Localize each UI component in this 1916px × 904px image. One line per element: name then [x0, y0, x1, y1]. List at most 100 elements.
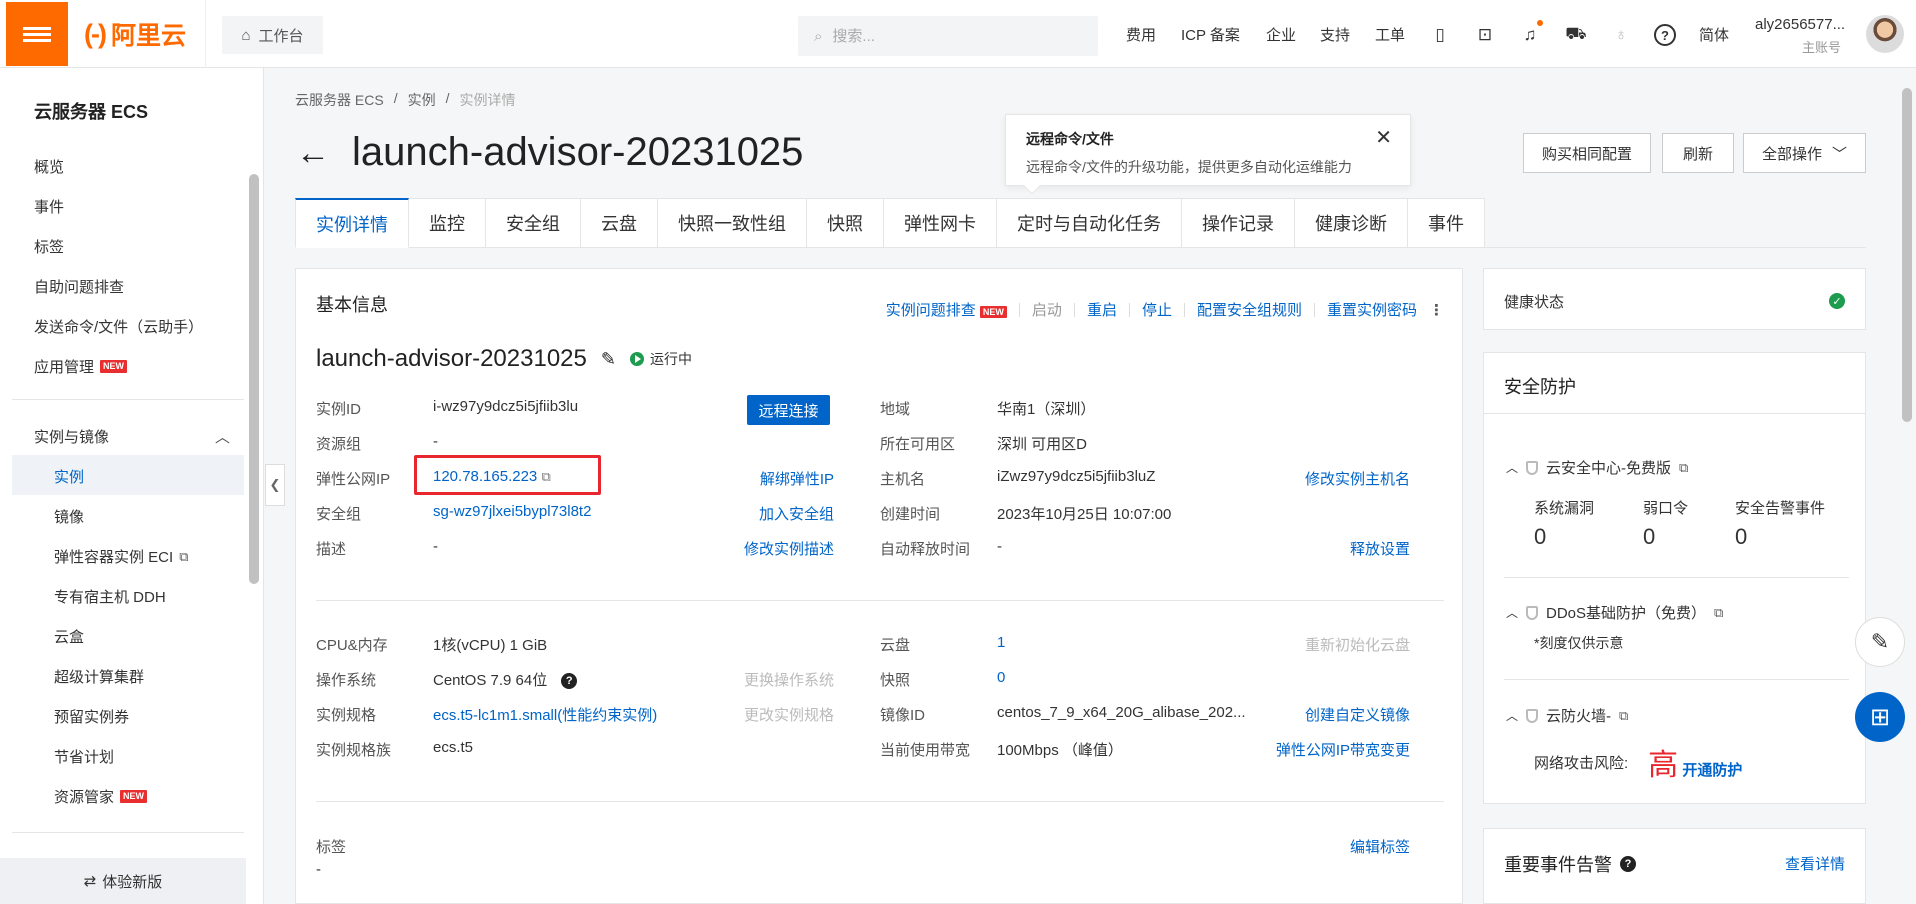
- tab-health-diagnosis[interactable]: 健康诊断: [1295, 198, 1408, 248]
- sidebar-item-supercomputing[interactable]: 超级计算集群: [54, 666, 144, 687]
- tab-operation-logs[interactable]: 操作记录: [1182, 198, 1295, 248]
- security-center-item[interactable]: ︿ 云安全中心-免费版 ⧉: [1506, 457, 1688, 478]
- help-icon[interactable]: ?: [1654, 24, 1676, 46]
- tab-instance-details[interactable]: 实例详情: [295, 198, 409, 248]
- back-arrow-icon[interactable]: ←: [296, 136, 330, 170]
- nav-billing[interactable]: 费用: [1126, 24, 1156, 45]
- user-role: 主账号: [1801, 40, 1841, 55]
- sidebar-scrollbar[interactable]: [249, 174, 259, 584]
- close-icon[interactable]: ✕: [1375, 125, 1392, 150]
- nav-support[interactable]: 支持: [1320, 24, 1350, 45]
- stop-link[interactable]: 停止: [1142, 299, 1172, 320]
- edit-tags-link[interactable]: 编辑标签: [1350, 836, 1410, 857]
- remote-connect-button[interactable]: 远程连接: [747, 395, 830, 425]
- tab-events[interactable]: 事件: [1408, 198, 1485, 248]
- nav-icp[interactable]: ICP 备案: [1181, 24, 1240, 45]
- sidebar-item-ddh[interactable]: 专有宿主机 DDH: [54, 586, 166, 607]
- lightbulb-icon[interactable]: ♁: [1610, 24, 1632, 46]
- buy-same-config-button[interactable]: 购买相同配置: [1523, 133, 1651, 173]
- security-group-link[interactable]: sg-wz97jlxei5bypl73l8t2: [433, 503, 591, 520]
- tab-snapshot-consistency[interactable]: 快照一致性组: [658, 198, 807, 248]
- breadcrumb-separator: /: [393, 90, 398, 106]
- enable-protection-link[interactable]: 开通防护: [1682, 762, 1742, 779]
- view-details-link[interactable]: 查看详情: [1785, 853, 1845, 874]
- sidebar-item-resource-manager[interactable]: 资源管家 NEW: [54, 786, 148, 807]
- bell-icon[interactable]: ♫: [1519, 24, 1541, 46]
- risk-level: 高: [1648, 749, 1679, 782]
- sidebar-item-send-command[interactable]: 发送命令/文件（云助手）: [34, 316, 203, 337]
- sidebar-item-events[interactable]: 事件: [34, 196, 64, 217]
- edit-hostname-link[interactable]: 修改实例主机名: [1305, 468, 1410, 489]
- sidebar-item-images[interactable]: 镜像: [54, 506, 84, 527]
- search-box[interactable]: ⌕: [798, 16, 1098, 56]
- help-icon[interactable]: ?: [1620, 856, 1636, 872]
- language-switch[interactable]: 简体: [1699, 24, 1729, 45]
- unbind-eip-link[interactable]: 解绑弹性IP: [760, 468, 834, 489]
- restart-link[interactable]: 重启: [1087, 299, 1117, 320]
- sidebar-item-savings-plan[interactable]: 节省计划: [54, 746, 114, 767]
- sidebar-group-instances-images[interactable]: 实例与镜像 ︿: [34, 426, 230, 447]
- divider: [205, 0, 206, 68]
- all-actions-dropdown[interactable]: 全部操作 ﹀: [1743, 133, 1866, 173]
- snapshots-count-link[interactable]: 0: [997, 669, 1005, 686]
- join-security-group-link[interactable]: 加入安全组: [759, 503, 834, 524]
- change-instance-type-link[interactable]: 更改实例规格: [744, 704, 834, 725]
- tab-security-groups[interactable]: 安全组: [486, 198, 581, 248]
- label-snapshots: 快照: [880, 672, 911, 689]
- main-scrollbar[interactable]: [1902, 88, 1912, 422]
- more-vertical-icon[interactable]: ⋮: [1429, 301, 1444, 319]
- tab-eni[interactable]: 弹性网卡: [884, 198, 997, 248]
- avatar[interactable]: [1866, 15, 1904, 53]
- terminal-icon[interactable]: ⊡: [1474, 24, 1496, 46]
- troubleshoot-link[interactable]: 实例问题排查 NEW: [886, 299, 1007, 320]
- sidebar-item-self-troubleshoot[interactable]: 自助问题排查: [34, 276, 124, 297]
- aliyun-logo[interactable]: (-) 阿里云: [84, 16, 186, 52]
- edit-description-link[interactable]: 修改实例描述: [744, 538, 834, 559]
- sidebar-item-tags[interactable]: 标签: [34, 236, 64, 257]
- breadcrumb-ecs[interactable]: 云服务器 ECS: [295, 90, 384, 110]
- divider: [1504, 679, 1849, 680]
- edit-icon[interactable]: ✎: [601, 349, 616, 370]
- sidebar-item-instances[interactable]: 实例: [54, 466, 84, 487]
- sidebar-item-overview[interactable]: 概览: [34, 156, 64, 177]
- feedback-edit-button[interactable]: ✎: [1855, 617, 1905, 667]
- button-label: 购买相同配置: [1541, 145, 1632, 163]
- config-sg-rules-link[interactable]: 配置安全组规则: [1197, 299, 1302, 320]
- hamburger-menu-button[interactable]: [6, 2, 68, 66]
- user-account[interactable]: aly2656577... 主账号: [1755, 16, 1845, 56]
- sidebar-item-cloud-box[interactable]: 云盒: [54, 626, 84, 647]
- tab-scheduled-tasks[interactable]: 定时与自动化任务: [997, 198, 1182, 248]
- tab-snapshots[interactable]: 快照: [807, 198, 884, 248]
- nav-ticket[interactable]: 工单: [1375, 24, 1405, 45]
- nav-enterprise[interactable]: 企业: [1266, 24, 1296, 45]
- apps-grid-button[interactable]: ⊞: [1855, 692, 1905, 742]
- help-icon[interactable]: ?: [561, 673, 578, 690]
- release-settings-link[interactable]: 释放设置: [1350, 538, 1410, 559]
- reset-password-link[interactable]: 重置实例密码: [1327, 299, 1417, 320]
- start-link[interactable]: 启动: [1032, 299, 1062, 320]
- tab-monitoring[interactable]: 监控: [409, 198, 486, 248]
- tab-disks[interactable]: 云盘: [581, 198, 658, 248]
- change-eip-bandwidth-link[interactable]: 弹性公网IP带宽变更: [1276, 739, 1410, 760]
- refresh-button[interactable]: 刷新: [1662, 133, 1734, 173]
- reinit-disk-link[interactable]: 重新初始化云盘: [1305, 634, 1410, 655]
- ddos-protection-item[interactable]: ︿ DDoS基础防护（免费） ⧉: [1506, 602, 1723, 623]
- sidebar-item-eci[interactable]: 弹性容器实例 ECI ⧉: [54, 546, 188, 567]
- create-custom-image-link[interactable]: 创建自定义镜像: [1305, 704, 1410, 725]
- change-os-link[interactable]: 更换操作系统: [744, 669, 834, 690]
- disks-count-link[interactable]: 1: [997, 634, 1005, 651]
- search-input[interactable]: [832, 27, 1053, 45]
- cart-icon[interactable]: ⛟: [1565, 24, 1587, 46]
- workbench-button[interactable]: ⌂ 工作台: [222, 16, 323, 54]
- cloud-firewall-item[interactable]: ︿ 云防火墙- ⧉: [1506, 705, 1628, 726]
- security-title: 安全防护: [1504, 377, 1576, 397]
- sidebar-item-reserved[interactable]: 预留实例券: [54, 706, 129, 727]
- try-new-version-button[interactable]: ⇄ 体验新版: [0, 858, 246, 904]
- home-icon: ⌂: [241, 26, 251, 44]
- collapse-sidebar-button[interactable]: ❮: [265, 464, 285, 506]
- breadcrumb-instances[interactable]: 实例: [408, 90, 436, 110]
- document-icon[interactable]: ▯: [1429, 24, 1451, 46]
- divider: [1484, 413, 1865, 414]
- sidebar-item-app-management[interactable]: 应用管理 NEW: [34, 356, 128, 377]
- instance-type-link[interactable]: ecs.t5-lc1m1.small(性能约束实例): [433, 704, 657, 725]
